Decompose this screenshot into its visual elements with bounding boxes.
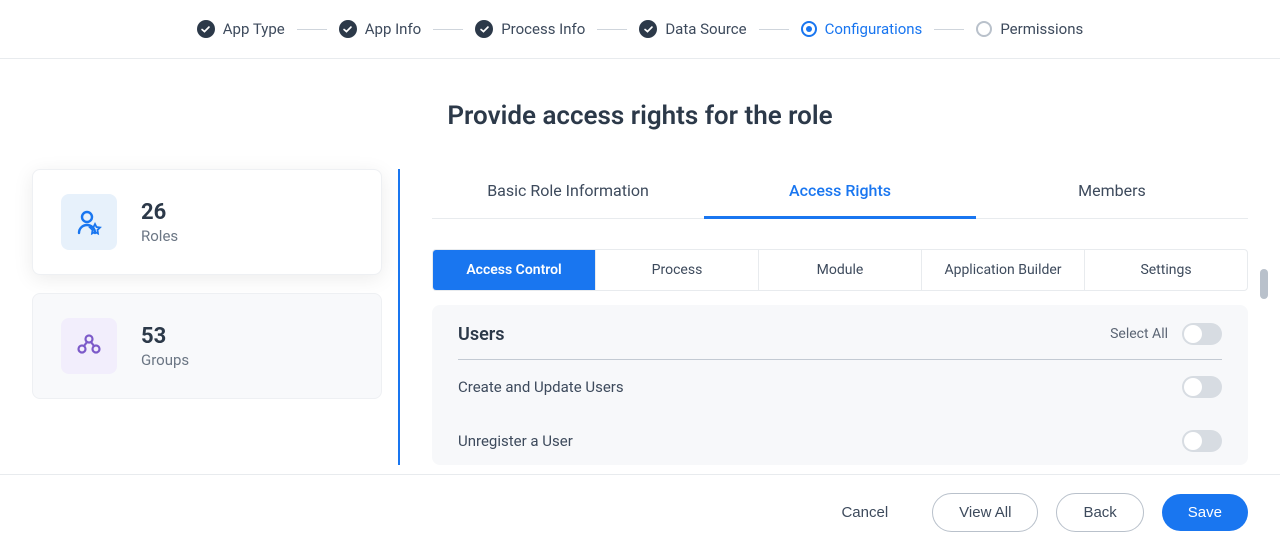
check-icon [197,20,215,38]
permission-row: Unregister a User [458,414,1222,465]
check-icon [475,20,493,38]
step-label: Configurations [825,20,923,38]
main-layout: 26 Roles 53 Groups Basic Role Informatio… [0,169,1280,465]
permission-label: Unregister a User [458,432,573,450]
groups-label: Groups [141,351,189,369]
step-permissions[interactable]: Permissions [976,20,1083,38]
select-all-label: Select All [1110,326,1168,342]
step-label: Permissions [1000,20,1083,38]
scrollbar[interactable] [1260,269,1268,444]
group-icon [61,318,117,374]
step-divider [297,29,327,30]
subtab-app-builder[interactable]: Application Builder [922,250,1085,290]
step-divider [759,29,789,30]
tab-members[interactable]: Members [976,169,1248,218]
view-all-button[interactable]: View All [932,493,1038,532]
roles-label: Roles [141,227,178,245]
step-divider [433,29,463,30]
page-title: Provide access rights for the role [0,101,1280,131]
tab-basic-info[interactable]: Basic Role Information [432,169,704,218]
step-configurations[interactable]: Configurations [801,20,923,38]
step-label: Data Source [665,20,746,38]
subtabs: Access Control Process Module Applicatio… [432,249,1248,291]
save-button[interactable]: Save [1162,494,1248,531]
sidebar: 26 Roles 53 Groups [32,169,400,465]
step-label: App Info [365,20,421,38]
wizard-stepper: App Type App Info Process Info Data Sour… [0,0,1280,59]
select-all-toggle[interactable] [1182,323,1222,345]
panel-header: Users Select All [458,323,1222,360]
scrollbar-thumb[interactable] [1260,269,1268,299]
step-divider [934,29,964,30]
permission-label: Create and Update Users [458,378,624,396]
step-divider [597,29,627,30]
tab-access-rights[interactable]: Access Rights [704,169,976,219]
step-label: Process Info [501,20,585,38]
subtab-process[interactable]: Process [596,250,759,290]
groups-count: 53 [141,324,189,349]
permissions-panel: Users Select All Create and Update Users… [432,305,1248,465]
subtab-module[interactable]: Module [759,250,922,290]
roles-count: 26 [141,200,178,225]
groups-card[interactable]: 53 Groups [32,293,382,399]
cancel-button[interactable]: Cancel [815,494,914,531]
role-icon [61,194,117,250]
check-icon [639,20,657,38]
select-all-row: Select All [1110,323,1222,345]
panel-title: Users [458,324,505,345]
step-data-source[interactable]: Data Source [639,20,746,38]
permission-toggle[interactable] [1182,376,1222,398]
step-app-type[interactable]: App Type [197,20,285,38]
tabs: Basic Role Information Access Rights Mem… [432,169,1248,219]
permission-toggle[interactable] [1182,430,1222,452]
radio-active-icon [801,21,817,37]
content-area: Basic Role Information Access Rights Mem… [400,169,1248,465]
back-button[interactable]: Back [1056,493,1143,532]
check-icon [339,20,357,38]
subtab-settings[interactable]: Settings [1085,250,1247,290]
step-label: App Type [223,20,285,38]
radio-pending-icon [976,21,992,37]
subtab-access-control[interactable]: Access Control [433,250,596,290]
roles-card[interactable]: 26 Roles [32,169,382,275]
footer-actions: Cancel View All Back Save [0,474,1280,550]
permission-row: Create and Update Users [458,360,1222,414]
step-process-info[interactable]: Process Info [475,20,585,38]
step-app-info[interactable]: App Info [339,20,421,38]
